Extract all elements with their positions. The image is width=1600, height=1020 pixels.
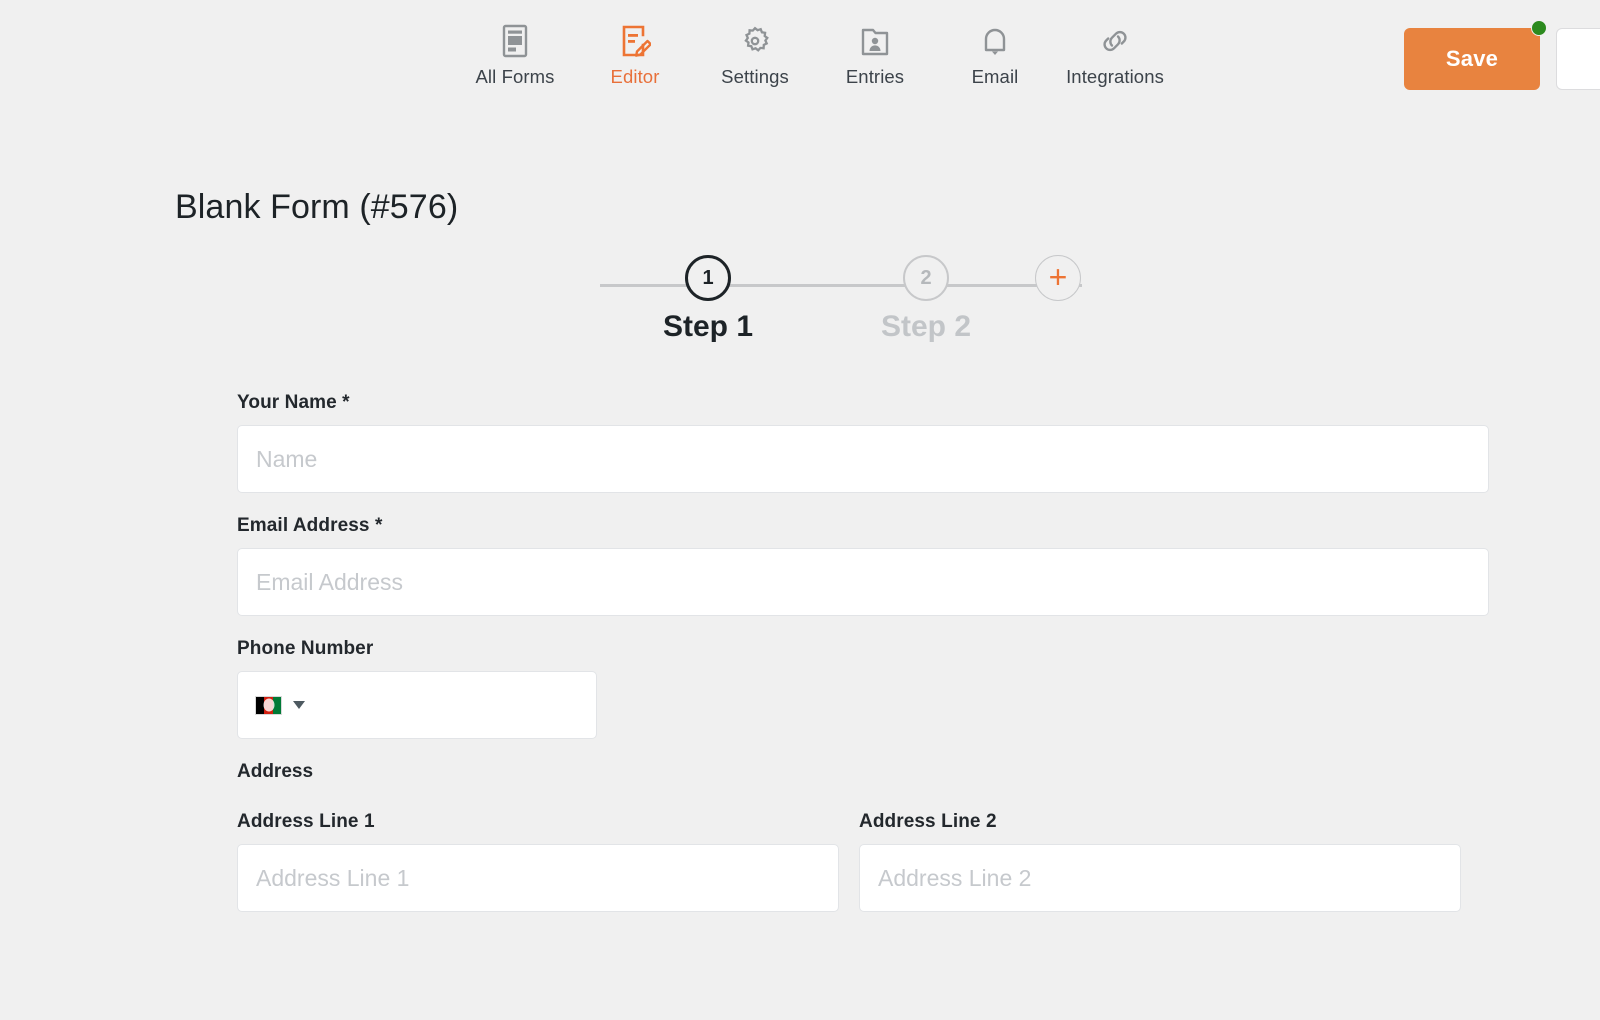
field-email-address: Email Address * — [237, 515, 1489, 616]
label-email-address: Email Address * — [237, 515, 383, 536]
label-address-line-1: Address Line 1 — [237, 811, 375, 832]
label-your-name: Your Name * — [237, 392, 350, 413]
nav-item-email[interactable]: Email — [935, 22, 1055, 88]
field-your-name: Your Name * — [237, 392, 1489, 493]
form-steps-indicator: 1 2 + Step 1 Step 2 — [600, 255, 1090, 365]
nav-label-all-forms: All Forms — [475, 66, 555, 87]
email-address-input[interactable] — [237, 548, 1489, 616]
country-chevron-down-icon[interactable] — [293, 701, 305, 709]
editor-pencil-icon — [619, 22, 651, 60]
nav-label-editor: Editor — [610, 66, 660, 87]
afghanistan-flag-icon — [255, 695, 282, 715]
nav-item-entries[interactable]: Entries — [815, 22, 935, 88]
nav-label-integrations: Integrations — [1066, 66, 1164, 87]
link-chain-icon — [1099, 22, 1131, 60]
top-navigation-bar: All Forms Editor Settings Entries Email … — [0, 0, 1600, 118]
nav-label-entries: Entries — [845, 66, 905, 87]
page-title: Blank Form (#576) — [175, 188, 459, 226]
save-button[interactable]: Save — [1404, 28, 1540, 90]
steps-connector-line — [600, 284, 1082, 287]
bell-icon — [980, 22, 1010, 60]
nav-item-settings[interactable]: Settings — [695, 22, 815, 88]
add-step-plus-icon[interactable]: + — [1035, 255, 1081, 301]
address-line-1-input[interactable] — [237, 844, 839, 912]
your-name-input[interactable] — [237, 425, 1489, 493]
label-address-section: Address — [237, 761, 314, 782]
step-node-1[interactable]: 1 — [685, 255, 731, 301]
primary-nav: All Forms Editor Settings Entries Email … — [455, 22, 1175, 88]
nav-label-email: Email — [971, 66, 1019, 87]
label-address-line-2: Address Line 2 — [859, 811, 997, 832]
form-fields-container: Your Name * Email Address * Phone Number… — [237, 392, 1489, 912]
address-section: Address Address Line 1 Address Line 2 — [237, 761, 1489, 912]
forms-list-icon — [500, 22, 530, 60]
field-phone-number: Phone Number — [237, 638, 1489, 739]
address-lines-row: Address Line 1 Address Line 2 — [237, 811, 1489, 912]
overflow-panel-button[interactable] — [1556, 28, 1600, 90]
field-address-line-1: Address Line 1 — [237, 811, 839, 912]
field-address-line-2: Address Line 2 — [859, 811, 1461, 912]
label-phone-number: Phone Number — [237, 638, 374, 659]
gear-icon — [738, 22, 772, 60]
phone-number-input[interactable] — [237, 671, 597, 739]
status-dot-icon — [1531, 20, 1547, 36]
nav-item-integrations[interactable]: Integrations — [1055, 22, 1175, 88]
step-node-2[interactable]: 2 — [903, 255, 949, 301]
nav-item-all-forms[interactable]: All Forms — [455, 22, 575, 88]
nav-label-settings: Settings — [721, 66, 789, 87]
step-caption-2[interactable]: Step 2 — [826, 310, 1026, 344]
save-button-wrapper: Save — [1404, 20, 1547, 90]
entries-folder-person-icon — [859, 22, 891, 60]
nav-item-editor[interactable]: Editor — [575, 22, 695, 88]
step-caption-1[interactable]: Step 1 — [608, 310, 808, 344]
address-line-2-input[interactable] — [859, 844, 1461, 912]
